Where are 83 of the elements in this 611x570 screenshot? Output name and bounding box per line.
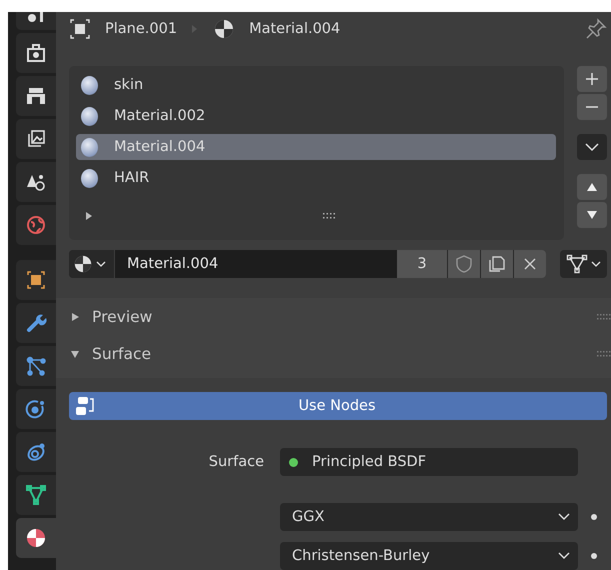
properties-tab[interactable] (16, 260, 56, 300)
user-count[interactable]: 3 (397, 250, 447, 278)
right-triangle-icon (70, 312, 80, 322)
dropdown[interactable]: Christensen-Burley (280, 542, 578, 570)
grip-icon[interactable] (323, 213, 335, 219)
panel-title: Preview (92, 308, 152, 326)
plus-icon (585, 72, 599, 86)
triangle-icon (25, 484, 47, 506)
panel-title: Surface (92, 344, 152, 362)
properties-tab[interactable] (16, 432, 56, 472)
chevron-icon (191, 24, 200, 34)
panel-header[interactable]: Surface (56, 335, 611, 372)
slot-name: skin (114, 77, 144, 93)
surface-shader-field[interactable]: Principled BSDF (280, 448, 578, 476)
properties-tab[interactable] (16, 518, 56, 558)
images-icon (25, 128, 47, 150)
unlink-button[interactable] (514, 250, 546, 278)
grip-icon[interactable] (597, 350, 611, 356)
properties-tab[interactable] (16, 162, 56, 202)
material-icon (25, 527, 47, 549)
socket-dot-icon (289, 458, 298, 466)
dropdown[interactable]: GGX (280, 503, 578, 531)
slot-menu-button[interactable] (577, 134, 607, 160)
properties-tab[interactable] (16, 33, 56, 73)
object-icon (69, 18, 91, 40)
up-triangle-icon (586, 182, 598, 192)
remove-slot-button[interactable] (577, 94, 607, 120)
properties-tab[interactable] (16, 346, 56, 386)
properties-tab[interactable] (16, 389, 56, 429)
camera-icon (25, 42, 47, 64)
use-nodes-button[interactable]: Use Nodes (69, 392, 607, 420)
add-slot-button[interactable] (577, 66, 607, 92)
down-triangle-icon (70, 348, 80, 358)
chevron-down-icon (591, 260, 601, 268)
material-name: Material.004 (249, 21, 340, 37)
sphere-icon (81, 76, 98, 94)
sphere-icon (81, 168, 98, 188)
chevron-down-icon (558, 552, 570, 560)
properties-tab[interactable] (16, 303, 56, 343)
sphere-icon (81, 106, 98, 126)
chevron-down-icon (558, 513, 570, 521)
keyframe-dot-icon[interactable] (591, 553, 597, 559)
material-name-field[interactable]: Material.004 (115, 250, 397, 278)
pin-icon[interactable] (585, 18, 607, 40)
grip-icon[interactable] (597, 314, 611, 320)
orbit-icon (25, 398, 47, 420)
square-icon (25, 269, 47, 291)
properties-tab[interactable] (16, 475, 56, 515)
copy-icon (487, 254, 507, 274)
material-slot[interactable]: Material.004 (76, 134, 556, 160)
slot-name: Material.004 (114, 139, 206, 155)
properties-tab[interactable] (16, 119, 56, 159)
triangle-icon (566, 254, 588, 274)
ring-icon (25, 441, 47, 463)
fake-user-button[interactable] (448, 250, 480, 278)
duplicate-button[interactable] (481, 250, 513, 278)
keyframe-dot-icon[interactable] (591, 514, 597, 520)
close-icon (523, 257, 537, 271)
material-icon (213, 18, 236, 40)
material-slot[interactable]: HAIR (76, 165, 556, 191)
slot-name: HAIR (114, 170, 150, 186)
move-up-button[interactable] (577, 174, 607, 200)
down-triangle-icon (586, 210, 598, 220)
shield-icon (455, 254, 473, 274)
material-slot[interactable]: skin (76, 72, 556, 98)
properties-tab[interactable] (16, 76, 56, 116)
chevron-down-icon (585, 142, 599, 152)
chevron-down-icon (96, 260, 106, 268)
browse-material-button[interactable] (69, 250, 115, 278)
expand-icon[interactable] (85, 211, 93, 221)
sphere-icon (81, 138, 98, 156)
panel-header[interactable]: Preview (56, 298, 611, 335)
globe-icon (25, 214, 47, 236)
surface-label: Surface (208, 454, 265, 470)
nodes-icon (25, 355, 47, 377)
material-slot[interactable]: Material.002 (76, 103, 556, 129)
move-down-button[interactable] (577, 202, 607, 228)
material-icon (73, 254, 93, 274)
printer-icon (25, 85, 47, 107)
object-name: Plane.001 (105, 21, 178, 37)
slot-name: Material.002 (114, 108, 206, 124)
wrench-icon (25, 312, 47, 334)
link-dropdown[interactable] (560, 250, 607, 278)
